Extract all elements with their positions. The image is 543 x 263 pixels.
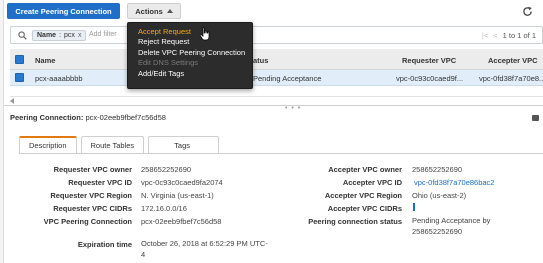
filter-chip-key: Name: [37, 32, 57, 39]
filter-chip-value: pcx: [64, 32, 75, 39]
label-accepter-vpc-id: Accepter VPC ID: [342, 178, 402, 187]
label-requester-vpc-cidrs: Requester VPC CIDRs: [53, 204, 132, 213]
label-requester-vpc-owner: Requester VPC owner: [53, 165, 132, 174]
value-requester-vpc-id: vpc-0c93c0caed9fa2074: [141, 178, 223, 187]
name-filter-chip[interactable]: Name : pcx x: [32, 30, 87, 41]
horizontal-scrollbar[interactable]: [10, 96, 543, 104]
first-page-icon[interactable]: |<: [482, 31, 488, 40]
column-header-name[interactable]: Name: [35, 56, 55, 65]
pointer-cursor-icon: [199, 27, 210, 41]
row-checkbox[interactable]: [15, 73, 24, 82]
cell-status: Pending Acceptance: [253, 74, 322, 83]
label-vpc-peering-connection: VPC Peering Connection: [43, 217, 132, 226]
column-header-status[interactable]: atus: [253, 56, 268, 65]
value-peering-connection-status: Pending Acceptance by 258652252690: [412, 216, 491, 236]
label-requester-vpc-region: Requester VPC Region: [50, 191, 132, 200]
scroll-left-icon[interactable]: [10, 98, 14, 104]
filter-search-bar[interactable]: Name : pcx x Add filter |< < 1 to 1 of 1: [10, 26, 543, 44]
value-requester-vpc-cidrs: 172.16.0.0/16: [141, 204, 187, 213]
tab-route-tables[interactable]: Route Tables: [80, 136, 145, 153]
value-requester-vpc-owner: 258652252690: [141, 165, 192, 174]
value-vpc-peering-connection: pcx-02eeb9fbef7c56d58: [141, 217, 222, 226]
refresh-icon[interactable]: [522, 6, 533, 17]
caret-up-icon: [166, 9, 173, 13]
actions-button[interactable]: Actions: [127, 3, 181, 19]
actions-dropdown-menu: Accept Request Reject Request Delete VPC…: [127, 22, 253, 89]
label-requester-vpc-id: Requester VPC ID: [68, 178, 132, 187]
value-accepter-vpc-owner: 258652252690: [412, 165, 463, 174]
panel-splitter[interactable]: • • •: [4, 105, 543, 112]
close-icon[interactable]: x: [78, 32, 82, 39]
create-peering-connection-button[interactable]: Create Peering Connection: [7, 3, 120, 19]
search-icon: [18, 31, 27, 40]
value-requester-vpc-region: N. Virginia (us-east-1): [141, 191, 214, 200]
label-accepter-vpc-region: Accepter VPC Region: [324, 191, 402, 200]
value-accepter-vpc-region: Ohio (us-east-2): [412, 191, 467, 200]
menu-item-accept-request[interactable]: Accept Request: [128, 26, 252, 37]
tabs-divider: [19, 153, 543, 154]
detail-tabs: Description Route Tables Tags: [19, 136, 220, 153]
cell-accepter-vpc: vpc-0fd38f7a70e8...: [479, 74, 543, 83]
actions-label: Actions: [135, 6, 163, 16]
accepter-vpc-id-link[interactable]: vpc-0fd38f7a70e86bac2: [414, 178, 494, 187]
label-accepter-vpc-cidrs: Accepter VPC CIDRs: [327, 204, 402, 213]
detail-title-label: Peering Connection:: [10, 113, 84, 122]
menu-item-delete-vpc-peering-connection[interactable]: Delete VPC Peering Connection: [128, 47, 252, 58]
cell-requester-vpc: vpc-0c93c0caed9f...: [396, 74, 464, 83]
tab-tags[interactable]: Tags: [148, 136, 220, 153]
left-edge-panel: [0, 0, 4, 263]
collapse-panel-icon[interactable]: [532, 115, 539, 121]
detail-panel-title: Peering Connection: pcx-02eeb9fbef7c56d5…: [10, 113, 166, 122]
table-header: Name atus Requester VPC Accepter VPC: [10, 49, 543, 70]
previous-page-icon[interactable]: <: [493, 31, 497, 40]
select-all-checkbox[interactable]: [15, 55, 24, 64]
label-peering-connection-status: Peering connection status: [308, 217, 402, 226]
value-accepter-vpc-cidrs: [413, 203, 415, 211]
tab-description[interactable]: Description: [19, 136, 77, 153]
column-header-accepter-vpc[interactable]: Accepter VPC: [488, 56, 538, 65]
filter-chip-separator: :: [59, 32, 62, 39]
cell-name: pcx-aaaabbbb: [35, 74, 83, 83]
label-expiration-time: Expiration time: [77, 240, 132, 249]
menu-item-edit-dns-settings: Edit DNS Settings: [138, 58, 199, 68]
value-expiration-time: October 26, 2018 at 6:52:29 PM UTC-4: [141, 239, 268, 259]
detail-title-value: pcx-02eeb9fbef7c56d58: [85, 113, 166, 122]
pager-range: 1 to 1 of 1: [502, 31, 536, 40]
menu-item-add-edit-tags[interactable]: Add/Edit Tags: [128, 68, 252, 79]
column-header-requester-vpc[interactable]: Requester VPC: [402, 56, 456, 65]
drag-handle-icon[interactable]: • • •: [285, 105, 301, 112]
pagination: |< < 1 to 1 of 1: [482, 31, 536, 40]
label-accepter-vpc-owner: Accepter VPC owner: [328, 165, 402, 174]
menu-item-reject-request[interactable]: Reject Request: [128, 37, 252, 48]
table-row[interactable]: pcx-aaaabbbb Pending Acceptance vpc-0c93…: [10, 70, 543, 86]
add-filter-input[interactable]: Add filter: [89, 31, 117, 38]
